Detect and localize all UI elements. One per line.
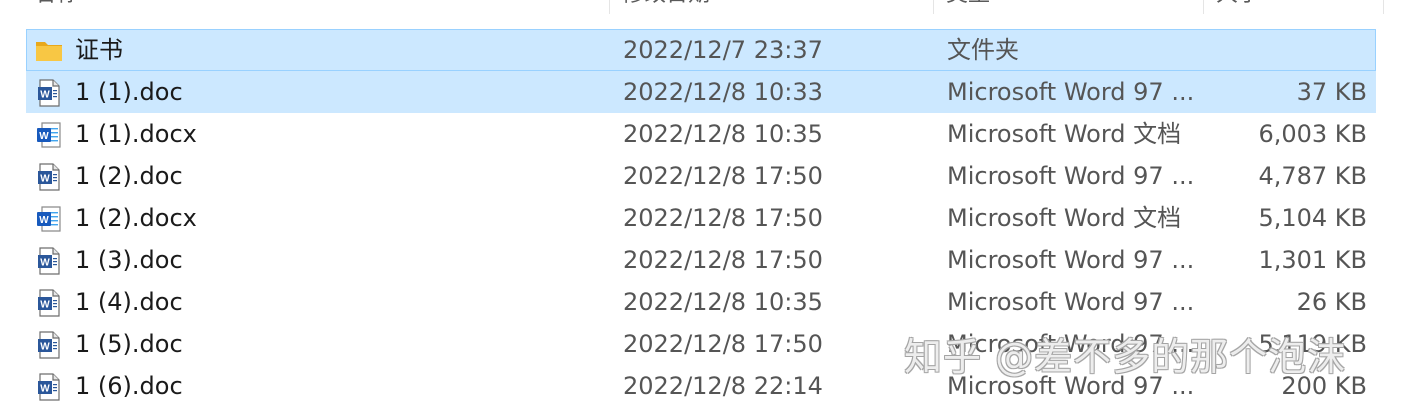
file-row[interactable]: W 1 (6).doc 2022/12/8 22:14 Microsoft Word … xyxy=(26,365,1376,407)
column-divider[interactable] xyxy=(609,0,610,14)
file-name: 1 (1).doc xyxy=(75,78,183,106)
file-row[interactable]: W 1 (4).doc 2022/12/8 10:35 Microsoft Word … xyxy=(26,281,1376,323)
column-header-type[interactable]: 类型 xyxy=(946,0,990,14)
file-modified-date: 2022/12/8 10:35 xyxy=(623,120,823,148)
svg-text:W: W xyxy=(39,215,49,226)
file-modified-date: 2022/12/8 17:50 xyxy=(623,330,823,358)
word-doc-icon: W xyxy=(35,331,63,359)
file-name: 1 (1).docx xyxy=(75,120,197,148)
file-explorer-window: 名称 修改日期 类型 大小 证书 2022/12/7 23:37 文件夹 W 1 (1)… xyxy=(0,0,1401,408)
column-divider[interactable] xyxy=(1203,0,1204,14)
file-type: Microsoft Word 97 ... xyxy=(947,372,1195,400)
file-list: 证书 2022/12/7 23:37 文件夹 W 1 (1).doc 2022/12/8 … xyxy=(26,29,1376,407)
word-doc-icon: W xyxy=(35,289,63,317)
file-row[interactable]: W 1 (1).doc 2022/12/8 10:33 Microsoft Word … xyxy=(26,71,1376,113)
file-type: Microsoft Word 文档 xyxy=(947,120,1182,148)
file-row[interactable]: 证书 2022/12/7 23:37 文件夹 xyxy=(26,29,1376,71)
file-modified-date: 2022/12/7 23:37 xyxy=(623,36,823,64)
file-name: 1 (3).doc xyxy=(75,246,183,274)
svg-text:W: W xyxy=(40,300,50,311)
file-name: 证书 xyxy=(75,36,123,64)
file-size: 5,119 KB xyxy=(1258,330,1367,358)
folder-icon xyxy=(35,37,63,65)
word-doc-icon: W xyxy=(35,373,63,401)
file-size: 26 KB xyxy=(1296,288,1367,316)
file-row[interactable]: W 1 (5).doc 2022/12/8 17:50 Microsoft Word … xyxy=(26,323,1376,365)
file-size: 37 KB xyxy=(1296,78,1367,106)
file-type: Microsoft Word 97 ... xyxy=(947,78,1195,106)
svg-text:W: W xyxy=(40,174,50,185)
column-header-size[interactable]: 大小 xyxy=(1216,0,1260,14)
file-type: Microsoft Word 文档 xyxy=(947,204,1182,232)
file-row[interactable]: W 1 (2).docx 2022/12/8 17:50 Microsoft Word… xyxy=(26,197,1376,239)
file-modified-date: 2022/12/8 17:50 xyxy=(623,162,823,190)
column-header-name[interactable]: 名称 xyxy=(34,0,78,14)
file-modified-date: 2022/12/8 10:35 xyxy=(623,288,823,316)
file-size: 6,003 KB xyxy=(1258,120,1367,148)
file-row[interactable]: W 1 (3).doc 2022/12/8 17:50 Microsoft Word … xyxy=(26,239,1376,281)
file-size: 4,787 KB xyxy=(1258,162,1367,190)
word-doc-icon: W xyxy=(35,79,63,107)
svg-text:W: W xyxy=(40,384,50,395)
word-docx-icon: W xyxy=(35,121,63,149)
column-header: 名称 修改日期 类型 大小 xyxy=(0,0,1401,14)
file-row[interactable]: W 1 (2).doc 2022/12/8 17:50 Microsoft Word … xyxy=(26,155,1376,197)
column-divider[interactable] xyxy=(1383,0,1384,14)
file-size: 1,301 KB xyxy=(1258,246,1367,274)
file-name: 1 (2).doc xyxy=(75,162,183,190)
svg-text:W: W xyxy=(40,258,50,269)
file-type: Microsoft Word 97 ... xyxy=(947,162,1195,190)
file-modified-date: 2022/12/8 22:14 xyxy=(623,372,823,400)
file-type: Microsoft Word 97 ... xyxy=(947,330,1195,358)
column-header-date[interactable]: 修改日期 xyxy=(622,0,710,14)
file-type: Microsoft Word 97 ... xyxy=(947,288,1195,316)
file-row[interactable]: W 1 (1).docx 2022/12/8 10:35 Microsoft Word… xyxy=(26,113,1376,155)
file-modified-date: 2022/12/8 17:50 xyxy=(623,246,823,274)
file-type: Microsoft Word 97 ... xyxy=(947,246,1195,274)
file-size: 200 KB xyxy=(1281,372,1367,400)
column-divider[interactable] xyxy=(933,0,934,14)
file-name: 1 (5).doc xyxy=(75,330,183,358)
file-modified-date: 2022/12/8 10:33 xyxy=(623,78,823,106)
svg-text:W: W xyxy=(40,342,50,353)
svg-text:W: W xyxy=(39,131,49,142)
word-doc-icon: W xyxy=(35,163,63,191)
svg-text:W: W xyxy=(40,90,50,101)
file-name: 1 (6).doc xyxy=(75,372,183,400)
file-size: 5,104 KB xyxy=(1258,204,1367,232)
file-type: 文件夹 xyxy=(947,36,1019,64)
file-name: 1 (2).docx xyxy=(75,204,197,232)
file-name: 1 (4).doc xyxy=(75,288,183,316)
file-modified-date: 2022/12/8 17:50 xyxy=(623,204,823,232)
word-doc-icon: W xyxy=(35,247,63,275)
word-docx-icon: W xyxy=(35,205,63,233)
